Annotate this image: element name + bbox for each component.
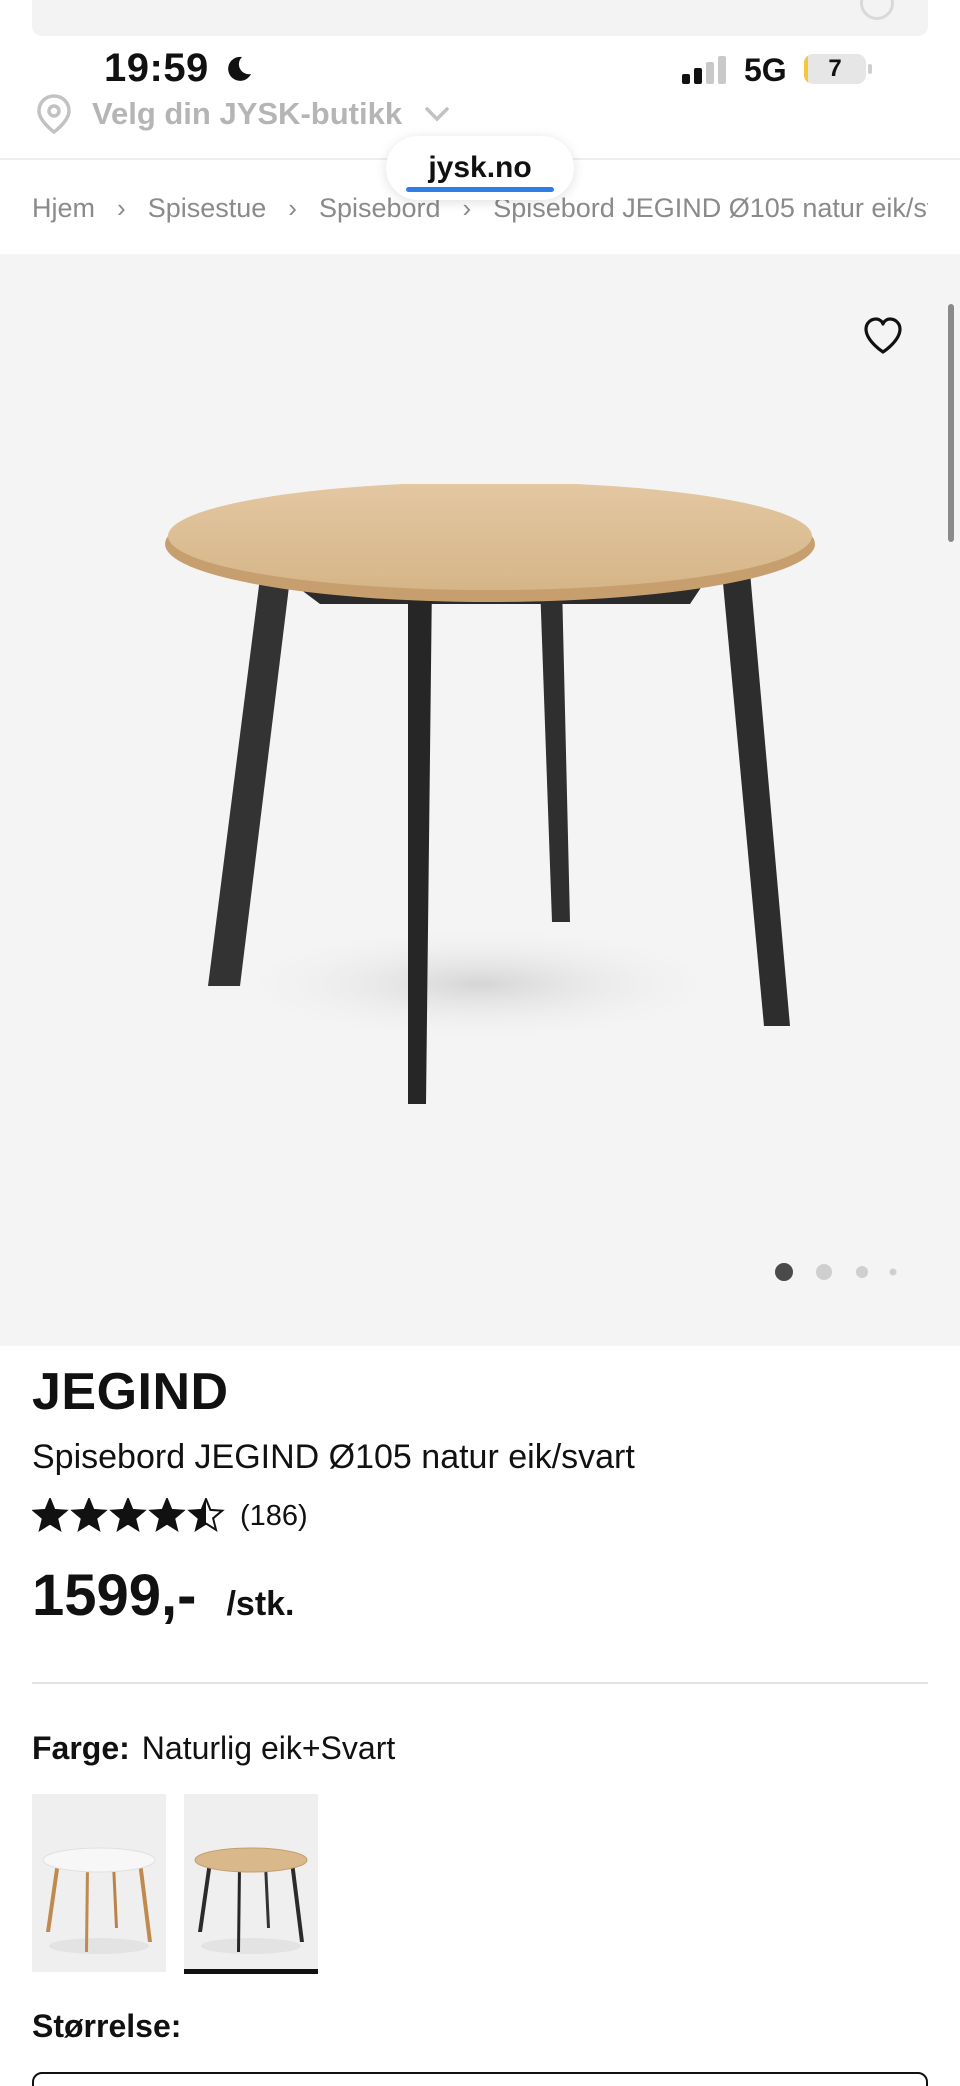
product-image	[165, 484, 815, 1104]
rating-stars	[32, 1498, 225, 1532]
breadcrumb-current: Spisebord JEGIND Ø105 natur eik/svart	[493, 192, 928, 223]
page-load-progress	[406, 187, 554, 192]
rating-count[interactable]: (186)	[240, 1500, 308, 1533]
product-name: Spisebord JEGIND Ø105 natur eik/svart	[32, 1438, 635, 1476]
star-fill	[33, 1499, 67, 1530]
swatch-table-white-oak	[42, 1847, 156, 1954]
product-price: 1599,- /stk.	[32, 1562, 295, 1629]
color-option: Farge: Naturlig eik+Svart	[32, 1730, 395, 1767]
color-swatch-white-oak[interactable]	[32, 1794, 166, 1972]
size-label: Størrelse:	[32, 2008, 182, 2044]
swatch-table-oak-black	[194, 1847, 308, 1954]
breadcrumb-spisestue[interactable]: Spisestue	[148, 193, 267, 224]
color-value: Naturlig eik+Svart	[141, 1730, 396, 1766]
do-not-disturb-moon-icon	[228, 56, 251, 81]
gallery-dot[interactable]	[775, 1263, 793, 1281]
price-amount: 1599,-	[32, 1563, 197, 1628]
star-fill	[72, 1499, 106, 1530]
gallery-dot[interactable]	[889, 1268, 897, 1276]
battery-level: 7	[828, 55, 842, 82]
breadcrumb-home[interactable]: Hjem	[32, 193, 95, 224]
section-divider	[32, 1682, 928, 1684]
price-unit: /stk.	[226, 1585, 295, 1623]
star-fill	[150, 1499, 184, 1530]
scrollbar[interactable]	[948, 304, 954, 542]
product-brand: JEGIND	[32, 1363, 229, 1421]
gallery-dot[interactable]	[856, 1266, 868, 1278]
status-bar: 19:59 5G 7	[0, 40, 960, 100]
breadcrumb-chevron-icon: ›	[288, 192, 297, 223]
chevron-down-icon	[425, 107, 449, 122]
color-swatch-oak-black[interactable]	[184, 1794, 318, 1974]
network-type: 5G	[744, 52, 787, 88]
store-picker[interactable]: Velg din JYSK-butikk	[36, 92, 450, 136]
store-picker-label: Velg din JYSK-butikk	[92, 96, 403, 131]
gallery-dot[interactable]	[816, 1264, 832, 1280]
color-label: Farge:	[32, 1730, 130, 1766]
url-text: jysk.no	[428, 151, 532, 184]
size-select[interactable]	[32, 2072, 928, 2086]
breadcrumb-chevron-icon: ›	[117, 192, 126, 223]
product-gallery[interactable]	[0, 254, 960, 1346]
search-icon[interactable]	[860, 0, 894, 20]
star-fill	[111, 1499, 145, 1530]
search-bar[interactable]	[32, 0, 928, 36]
product-rating[interactable]: (186)	[32, 1496, 308, 1536]
location-pin-icon	[37, 94, 71, 134]
battery-tip	[868, 64, 872, 74]
status-time: 19:59	[104, 46, 209, 90]
url-bar-pill[interactable]: jysk.no	[386, 136, 574, 200]
gallery-pagination-dots[interactable]	[772, 1262, 902, 1282]
cellular-signal-icon	[682, 56, 726, 84]
battery-icon: 7	[804, 54, 866, 84]
heart-icon[interactable]	[862, 316, 904, 356]
